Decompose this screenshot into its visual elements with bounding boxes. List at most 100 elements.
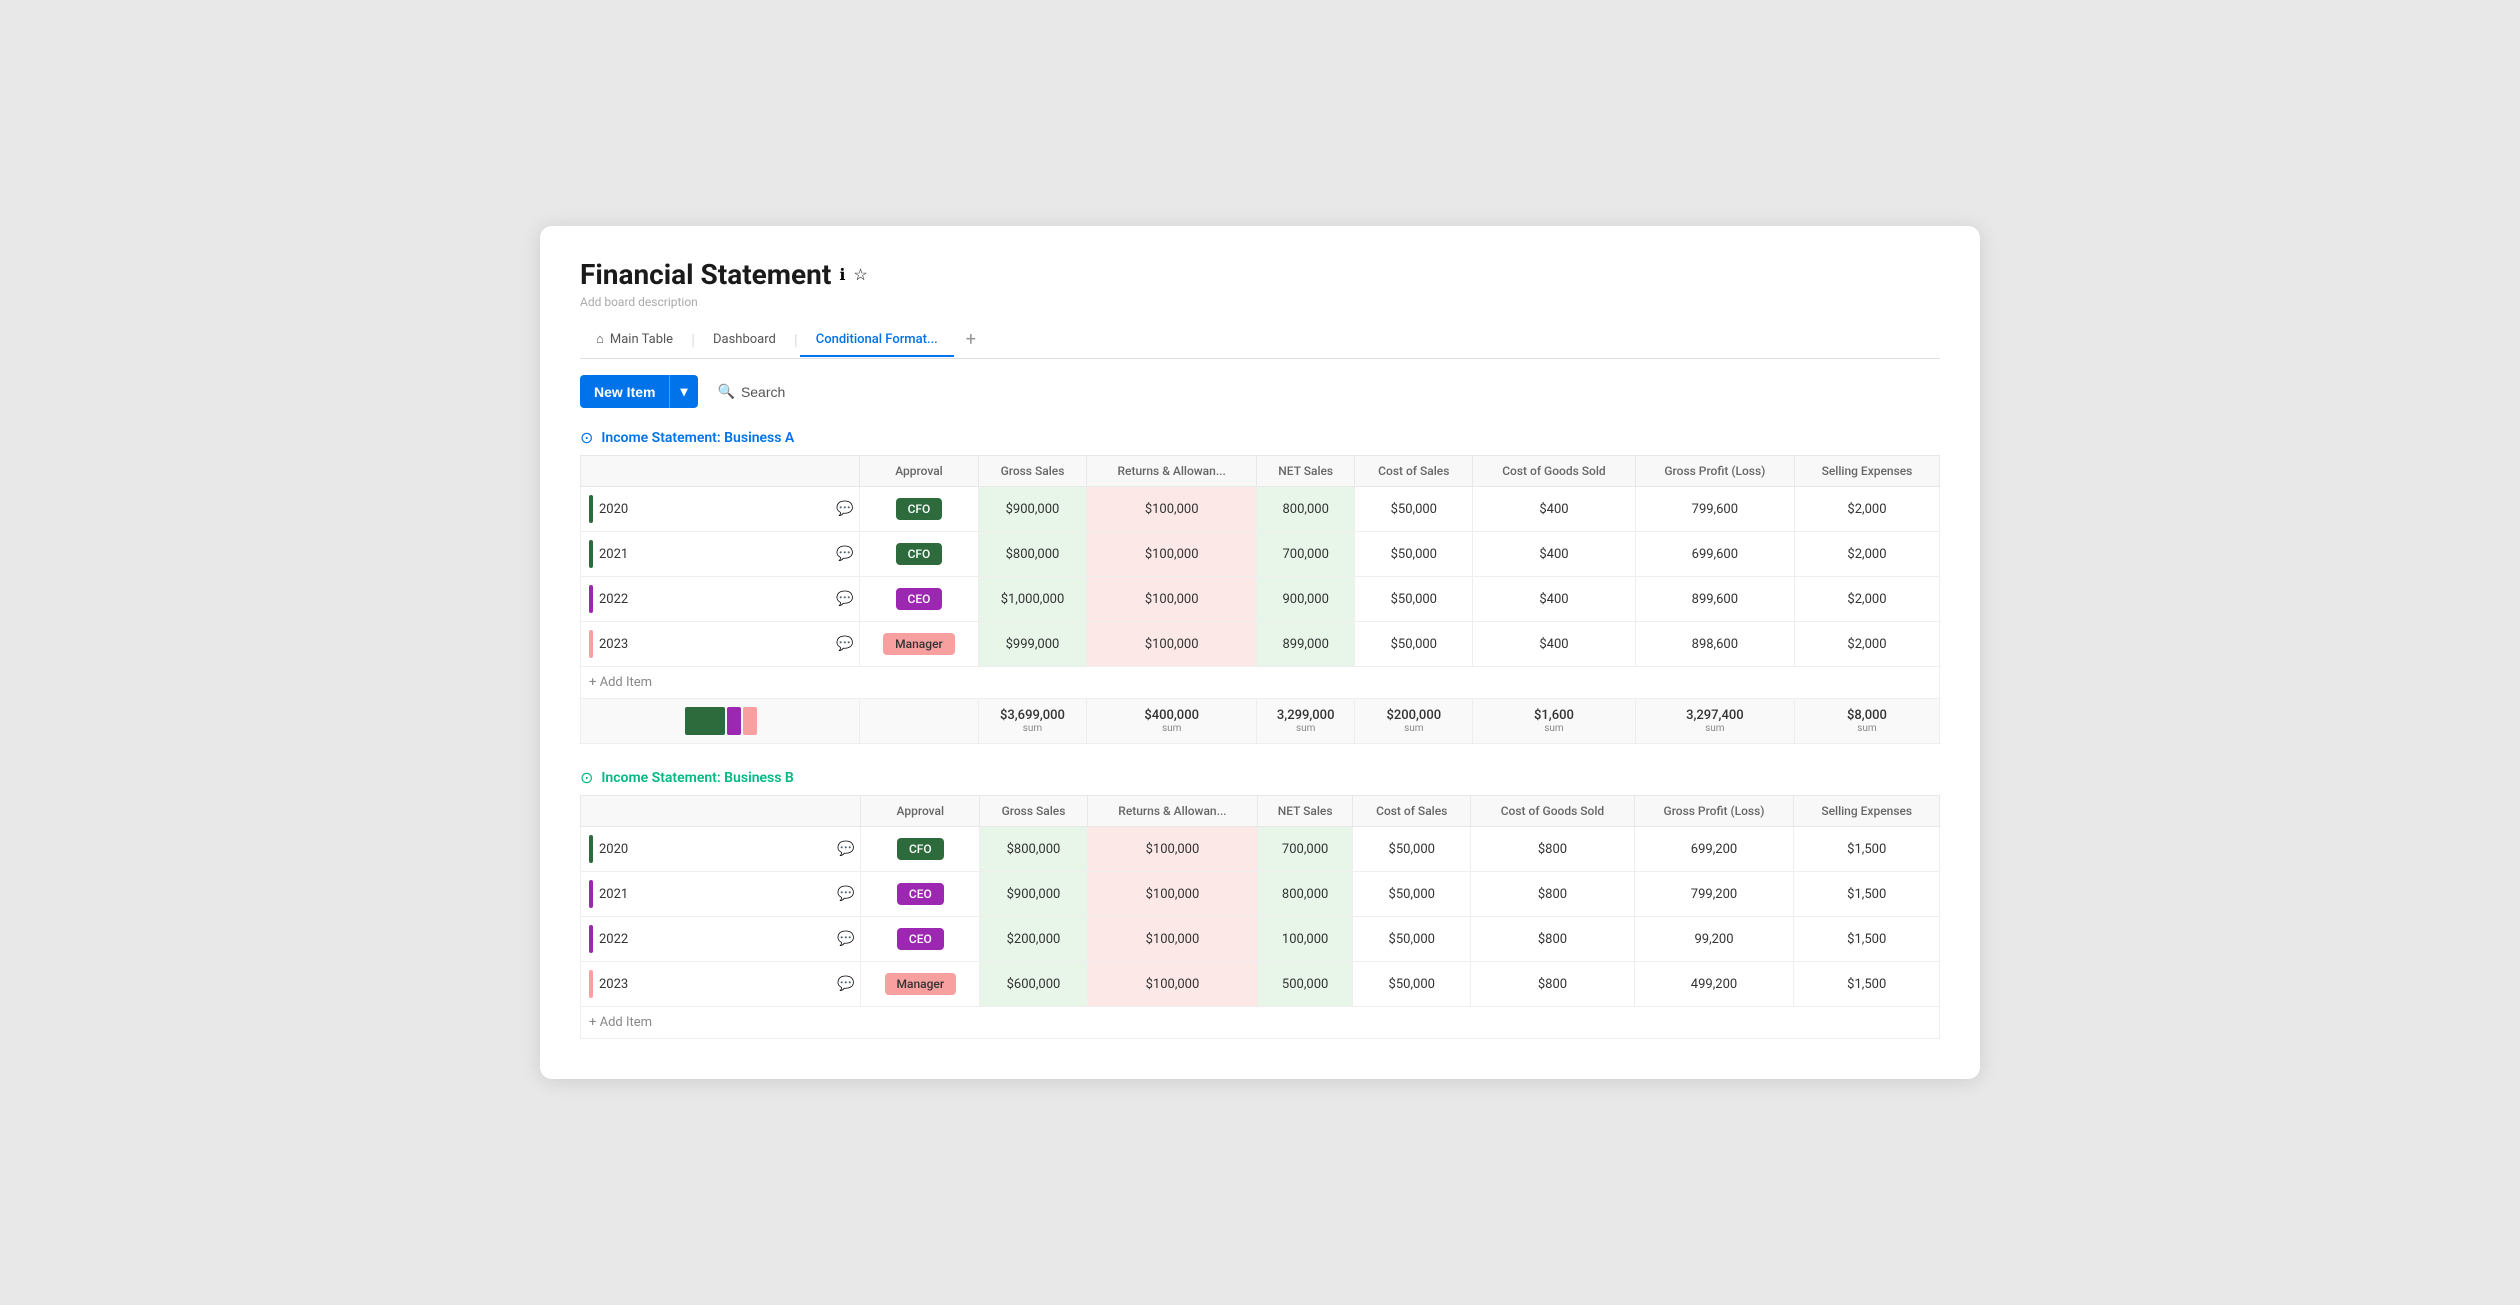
- net-sales-cell: 900,000: [1256, 577, 1355, 622]
- cost-sales-cell: $50,000: [1353, 917, 1471, 962]
- group-a-table: Approval Gross Sales Returns & Allowan..…: [580, 455, 1940, 744]
- search-button[interactable]: 🔍 Search: [706, 375, 798, 408]
- row-b-name-cell: 2021 💬: [581, 872, 861, 917]
- row-b-name-cell: 2023 💬: [581, 962, 861, 1007]
- gross-sales-cell: $900,000: [978, 487, 1087, 532]
- tab-conditional[interactable]: Conditional Format...: [800, 324, 954, 357]
- gross-profit-cell: 799,600: [1635, 487, 1794, 532]
- cost-sales-cell: $50,000: [1353, 872, 1471, 917]
- add-item-row-b[interactable]: + Add Item: [581, 1007, 1940, 1039]
- row-year: 2022: [599, 592, 628, 607]
- returns-cell: $100,000: [1087, 872, 1257, 917]
- approval-cell: Manager: [860, 622, 978, 667]
- board-description[interactable]: Add board description: [580, 295, 1940, 309]
- tab-main[interactable]: ⌂ Main Table: [580, 323, 689, 357]
- cost-sales-cell: $50,000: [1355, 577, 1473, 622]
- comment-icon[interactable]: 💬: [836, 501, 853, 517]
- group-a-header: ⊙ Income Statement: Business A: [580, 428, 1940, 447]
- toolbar: New Item ▾ 🔍 Search: [580, 375, 1940, 408]
- gross-profit-cell: 898,600: [1635, 622, 1794, 667]
- approval-badge: Manager: [883, 633, 955, 655]
- tab-dashboard[interactable]: Dashboard: [697, 324, 792, 357]
- group-a-toggle[interactable]: ⊙: [580, 428, 593, 447]
- approval-cell: CEO: [860, 577, 978, 622]
- selling-exp-cell: $2,000: [1794, 487, 1939, 532]
- table-header-row: Approval Gross Sales Returns & Allowan..…: [581, 456, 1940, 487]
- comment-icon[interactable]: 💬: [836, 636, 853, 652]
- cost-goods-cell: $800: [1471, 827, 1634, 872]
- table-row: 2021 💬 CFO $800,000 $100,000 700,000 $50…: [581, 532, 1940, 577]
- gross-sales-cell: $800,000: [980, 827, 1088, 872]
- row-name-cell: 2023 💬: [581, 622, 860, 667]
- row-year: 2021: [599, 887, 628, 902]
- comment-icon[interactable]: 💬: [836, 546, 853, 562]
- star-icon[interactable]: ☆: [853, 265, 867, 284]
- add-item-row[interactable]: + Add Item: [581, 667, 1940, 699]
- info-icon[interactable]: ℹ: [839, 265, 845, 284]
- group-b-title: Income Statement: Business B: [601, 770, 793, 786]
- approval-badge: CEO: [896, 588, 943, 610]
- tabs: ⌂ Main Table | Dashboard | Conditional F…: [580, 321, 1940, 359]
- new-item-label: New Item: [580, 376, 669, 408]
- gross-sales-cell: $1,000,000: [978, 577, 1087, 622]
- add-item-label[interactable]: + Add Item: [581, 667, 1940, 699]
- comment-icon[interactable]: 💬: [837, 886, 854, 902]
- table-row: 2023 💬 Manager $600,000 $100,000 500,000…: [581, 962, 1940, 1007]
- search-label: Search: [741, 384, 785, 400]
- row-b-name-cell: 2020 💬: [581, 827, 861, 872]
- cost-goods-cell: $800: [1471, 872, 1634, 917]
- approval-badge: CEO: [897, 883, 944, 905]
- summary-approval: [860, 699, 978, 744]
- selling-exp-cell: $1,500: [1794, 917, 1940, 962]
- caret-down-icon[interactable]: ▾: [669, 375, 697, 408]
- approval-cell: CFO: [860, 532, 978, 577]
- comment-icon[interactable]: 💬: [837, 976, 854, 992]
- col-b-header-name: [581, 796, 861, 827]
- table-b-header-row: Approval Gross Sales Returns & Allowan..…: [581, 796, 1940, 827]
- new-item-button[interactable]: New Item ▾: [580, 375, 698, 408]
- home-icon: ⌂: [596, 331, 604, 347]
- gross-sales-cell: $999,000: [978, 622, 1087, 667]
- col-header-returns: Returns & Allowan...: [1087, 456, 1257, 487]
- cost-goods-cell: $800: [1471, 962, 1634, 1007]
- approval-badge: CFO: [897, 838, 944, 860]
- net-sales-cell: 100,000: [1258, 917, 1353, 962]
- summary-cost-sales: $200,000 sum: [1355, 699, 1473, 744]
- table-row: 2020 💬 CFO $800,000 $100,000 700,000 $50…: [581, 827, 1940, 872]
- tab-add-button[interactable]: +: [954, 321, 988, 358]
- col-b-header-selling-exp: Selling Expenses: [1794, 796, 1940, 827]
- col-b-header-approval: Approval: [861, 796, 980, 827]
- col-header-gross-sales: Gross Sales: [978, 456, 1087, 487]
- net-sales-cell: 800,000: [1256, 487, 1355, 532]
- summary-gross-sales: $3,699,000 sum: [978, 699, 1087, 744]
- gross-profit-cell: 499,200: [1634, 962, 1794, 1007]
- cost-goods-cell: $400: [1473, 622, 1636, 667]
- summary-color-cell: [581, 699, 860, 744]
- returns-cell: $100,000: [1087, 532, 1257, 577]
- cost-goods-cell: $800: [1471, 917, 1634, 962]
- cost-sales-cell: $50,000: [1353, 962, 1471, 1007]
- add-item-label-b[interactable]: + Add Item: [581, 1007, 1940, 1039]
- gross-profit-cell: 99,200: [1634, 917, 1794, 962]
- net-sales-cell: 700,000: [1256, 532, 1355, 577]
- returns-cell: $100,000: [1087, 962, 1257, 1007]
- net-sales-cell: 899,000: [1256, 622, 1355, 667]
- summary-selling-exp: $8,000 sum: [1794, 699, 1939, 744]
- table-row: 2022 💬 CEO $1,000,000 $100,000 900,000 $…: [581, 577, 1940, 622]
- summary-row: $3,699,000 sum $400,000 sum 3,299,000 su…: [581, 699, 1940, 744]
- gross-profit-cell: 699,200: [1634, 827, 1794, 872]
- gross-profit-cell: 699,600: [1635, 532, 1794, 577]
- group-b-table: Approval Gross Sales Returns & Allowan..…: [580, 795, 1940, 1039]
- approval-cell: CEO: [861, 872, 980, 917]
- summary-cost-goods: $1,600 sum: [1473, 699, 1636, 744]
- comment-icon[interactable]: 💬: [836, 591, 853, 607]
- returns-cell: $100,000: [1087, 827, 1257, 872]
- comment-icon[interactable]: 💬: [837, 841, 854, 857]
- gross-sales-cell: $900,000: [980, 872, 1088, 917]
- selling-exp-cell: $1,500: [1794, 827, 1940, 872]
- returns-cell: $100,000: [1087, 622, 1257, 667]
- col-header-gross-profit: Gross Profit (Loss): [1635, 456, 1794, 487]
- comment-icon[interactable]: 💬: [837, 931, 854, 947]
- table-row: 2022 💬 CEO $200,000 $100,000 100,000 $50…: [581, 917, 1940, 962]
- group-b-toggle[interactable]: ⊙: [580, 768, 593, 787]
